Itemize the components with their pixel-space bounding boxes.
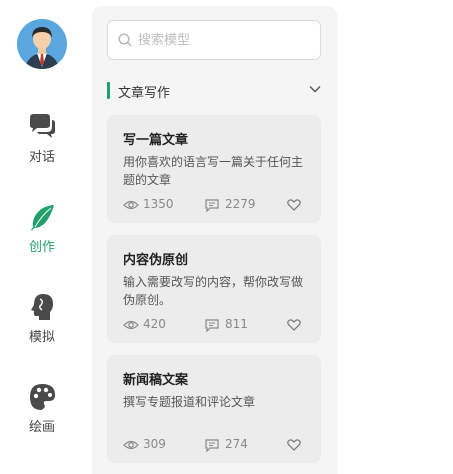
view-count-value: 309 <box>143 437 166 451</box>
comment-icon <box>205 439 219 452</box>
nav-label-create: 创作 <box>28 240 55 255</box>
comment-icon <box>205 319 219 332</box>
eye-icon <box>123 200 139 210</box>
comment-count-value: 274 <box>225 437 248 451</box>
card-title: 内容伪原创 <box>123 253 189 268</box>
side-nav: 对话 创作 模拟 绘画 <box>0 0 84 474</box>
card-stats: 1350 2279 <box>123 197 305 213</box>
nav-item-chat[interactable]: 对话 <box>0 113 84 165</box>
section-accent-bar <box>107 82 110 99</box>
section-header-article-writing[interactable]: 文章写作 <box>107 81 321 101</box>
model-card[interactable]: 写一篇文章 用你喜欢的语言写一篇关于任何主题的文章 1350 2279 <box>107 115 321 223</box>
chat-icon <box>30 114 55 138</box>
view-count-value: 420 <box>143 317 166 331</box>
search-icon <box>118 33 132 47</box>
section-title: 文章写作 <box>118 86 171 101</box>
heart-icon <box>287 319 301 331</box>
comment-count-value: 2279 <box>225 197 256 211</box>
nav-item-create[interactable]: 创作 <box>0 203 84 255</box>
view-count-value: 1350 <box>143 197 174 211</box>
model-panel: 文章写作 写一篇文章 用你喜欢的语言写一篇关于任何主题的文章 1350 <box>92 6 337 474</box>
model-card[interactable]: 内容伪原创 输入需要改写的内容，帮你改写做伪原创。 420 811 <box>107 235 321 343</box>
card-stats: 309 274 <box>123 437 305 453</box>
feather-icon <box>31 205 54 231</box>
chevron-down-icon[interactable] <box>309 85 321 93</box>
heart-icon <box>287 199 301 211</box>
search-input[interactable] <box>138 29 308 51</box>
card-description: 撰写专题报道和评论文章 <box>123 395 256 409</box>
comment-count-value: 811 <box>225 317 248 331</box>
nav-item-simulate[interactable]: 模拟 <box>0 293 84 345</box>
card-title: 新闻稿文案 <box>123 373 189 388</box>
user-avatar[interactable] <box>17 19 67 69</box>
eye-icon <box>123 440 139 450</box>
nav-label-simulate: 模拟 <box>28 330 55 345</box>
search-box <box>107 20 321 60</box>
comment-icon <box>205 199 219 212</box>
nav-label-draw: 绘画 <box>28 420 55 435</box>
card-title: 写一篇文章 <box>123 133 189 148</box>
nav-label-chat: 对话 <box>28 150 55 165</box>
card-description: 输入需要改写的内容，帮你改写做伪原创。 <box>123 275 304 307</box>
nav-item-draw[interactable]: 绘画 <box>0 383 84 435</box>
card-stats: 420 811 <box>123 317 305 333</box>
head-icon <box>31 294 53 320</box>
avatar-image <box>17 19 67 69</box>
palette-icon <box>30 384 55 410</box>
eye-icon <box>123 320 139 330</box>
model-card[interactable]: 新闻稿文案 撰写专题报道和评论文章 309 274 <box>107 355 321 463</box>
card-description: 用你喜欢的语言写一篇关于任何主题的文章 <box>123 155 304 187</box>
heart-icon <box>287 439 301 451</box>
